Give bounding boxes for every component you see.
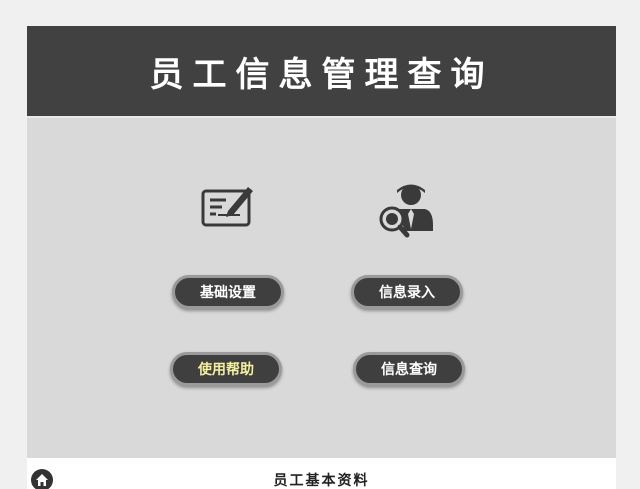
title-banner: 员工信息管理查询	[27, 26, 616, 118]
info-entry-button[interactable]: 信息录入	[351, 275, 463, 309]
person-search-icon	[375, 181, 437, 241]
document-edit-icon	[200, 183, 256, 229]
help-button[interactable]: 使用帮助	[170, 352, 282, 386]
footer-bar: 员工基本资料	[27, 458, 616, 489]
footer-title: 员工基本资料	[273, 473, 370, 489]
main-panel: 员工信息管理查询 基础设置 信息录入 使用帮助 信息查询 员工基本资料	[27, 26, 616, 489]
info-query-button[interactable]: 信息查询	[353, 352, 465, 386]
page-title: 员工信息管理查询	[149, 54, 494, 95]
basic-settings-button[interactable]: 基础设置	[172, 275, 284, 309]
